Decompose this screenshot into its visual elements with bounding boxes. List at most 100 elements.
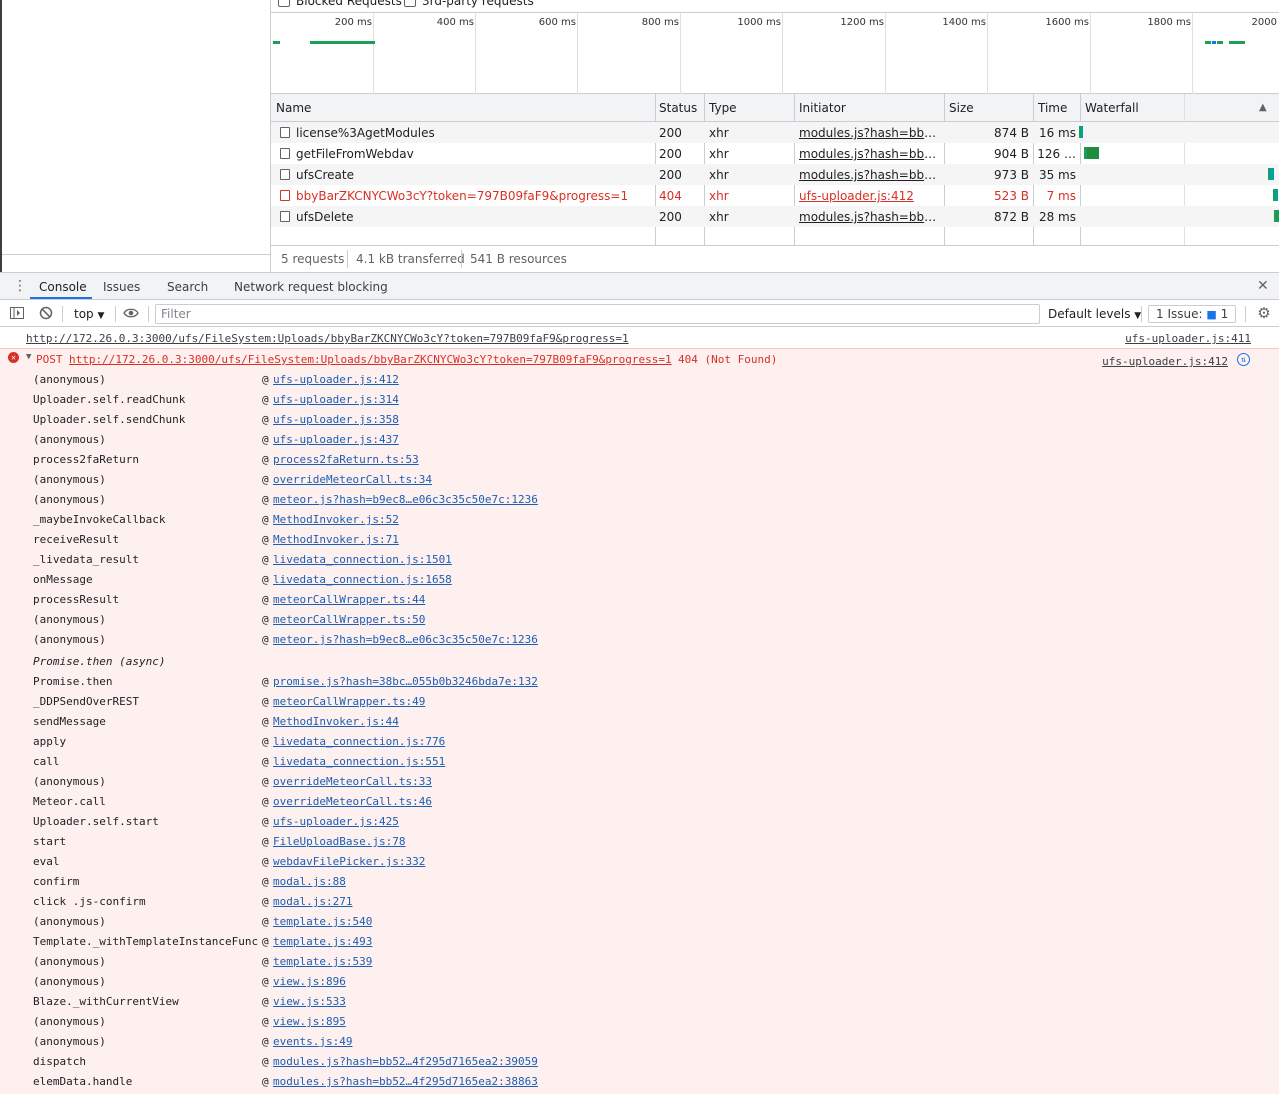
request-initiator-link[interactable]: modules.js?hash=bb52f… xyxy=(799,210,939,224)
frame-at: @ xyxy=(262,633,269,646)
close-drawer-icon[interactable]: ✕ xyxy=(1257,278,1269,294)
frame-source-link[interactable]: promise.js?hash=38bc…055b0b3246bda7e:132 xyxy=(273,675,538,688)
request-time: 35 ms xyxy=(1038,168,1076,182)
default-levels-dropdown[interactable]: Default levels ▼ xyxy=(1048,307,1141,321)
col-waterfall-header[interactable]: Waterfall xyxy=(1085,101,1139,115)
table-row[interactable]: ufsCreate 200 xhr modules.js?hash=bb52f… 973… xyxy=(271,164,1279,185)
checkbox-icon[interactable] xyxy=(404,0,416,7)
frame-source-link[interactable]: view.js:896 xyxy=(273,975,346,988)
network-request-icon[interactable]: ⇅ xyxy=(1237,353,1250,366)
frame-at: @ xyxy=(262,573,269,586)
console-filter-input[interactable]: Filter xyxy=(155,304,1040,324)
frame-source-link[interactable]: MethodInvoker.js:52 xyxy=(273,513,399,526)
stack-frame: (anonymous) @ overrideMeteorCall.ts:34 xyxy=(0,469,1279,489)
table-row[interactable]: bbyBarZKCNYCWo3cY?token=797B09faF9&progr… xyxy=(271,185,1279,206)
stack-frame: onMessage @ livedata_connection.js:1658 xyxy=(0,569,1279,589)
frame-source-link[interactable]: ufs-uploader.js:412 xyxy=(273,373,399,386)
drawer-menu-icon[interactable]: ⋮ xyxy=(13,278,27,294)
frame-source-link[interactable]: ufs-uploader.js:437 xyxy=(273,433,399,446)
request-initiator-link[interactable]: modules.js?hash=bb52f… xyxy=(799,168,939,182)
clear-console-icon[interactable] xyxy=(38,305,54,321)
tab-network-request-blocking[interactable]: Network request blocking xyxy=(234,280,388,294)
frame-source-link[interactable]: process2faReturn.ts:53 xyxy=(273,453,419,466)
frame-source-link[interactable]: FileUploadBase.js:78 xyxy=(273,835,405,848)
frame-source-link[interactable]: meteorCallWrapper.ts:49 xyxy=(273,695,425,708)
error-source-link[interactable]: ufs-uploader.js:412 xyxy=(1102,355,1228,368)
frame-source-link[interactable]: modules.js?hash=bb52…4f295d7165ea2:38863 xyxy=(273,1075,538,1088)
request-size: 973 B xyxy=(994,168,1029,182)
table-row[interactable]: license%3AgetModules 200 xhr modules.js?has… xyxy=(271,122,1279,143)
request-initiator-link[interactable]: modules.js?hash=bb52f… xyxy=(799,126,939,140)
frame-source-link[interactable]: modal.js:88 xyxy=(273,875,346,888)
checkbox-icon[interactable] xyxy=(278,0,290,7)
frame-source-link[interactable]: ufs-uploader.js:314 xyxy=(273,393,399,406)
stack-frame: _livedata_result @ livedata_connection.js:… xyxy=(0,549,1279,569)
frame-at: @ xyxy=(262,795,269,808)
log-url-link[interactable]: http://172.26.0.3:3000/ufs/FileSystem:Up… xyxy=(26,332,629,345)
frame-source-link[interactable]: events.js:49 xyxy=(273,1035,352,1048)
col-time-header[interactable]: Time xyxy=(1038,101,1067,115)
frame-source-link[interactable]: MethodInvoker.js:71 xyxy=(273,533,399,546)
frame-source-link[interactable]: livedata_connection.js:1658 xyxy=(273,573,452,586)
tab-issues[interactable]: Issues xyxy=(103,280,140,294)
frame-source-link[interactable]: meteor.js?hash=b9ec8…e06c3c35c50e7c:1236 xyxy=(273,493,538,506)
frame-source-link[interactable]: ufs-uploader.js:425 xyxy=(273,815,399,828)
col-status-header[interactable]: Status xyxy=(659,101,697,115)
timeline-tick: 1400 ms xyxy=(942,13,988,94)
col-size-header[interactable]: Size xyxy=(949,101,974,115)
expand-triangle-icon[interactable]: ▼ xyxy=(26,352,31,362)
frame-source-link[interactable]: template.js:493 xyxy=(273,935,372,948)
frame-source-link[interactable]: modal.js:271 xyxy=(273,895,352,908)
live-expression-eye-icon[interactable] xyxy=(123,305,139,321)
request-initiator-link[interactable]: modules.js?hash=bb52f… xyxy=(799,147,939,161)
console-error-message: ✕ ▼ POST http://172.26.0.3:3000/ufs/File… xyxy=(0,348,1279,1094)
context-selector[interactable]: top ▼ xyxy=(74,307,104,321)
sort-asc-icon[interactable]: ▲ xyxy=(1259,102,1267,113)
col-type-header[interactable]: Type xyxy=(709,101,737,115)
col-name-header[interactable]: Name xyxy=(276,101,311,115)
frame-source-link[interactable]: ufs-uploader.js:358 xyxy=(273,413,399,426)
frame-source-link[interactable]: template.js:539 xyxy=(273,955,372,968)
frame-source-link[interactable]: meteor.js?hash=b9ec8…e06c3c35c50e7c:1236 xyxy=(273,633,538,646)
frame-source-link[interactable]: livedata_connection.js:776 xyxy=(273,735,445,748)
request-status: 200 xyxy=(659,126,682,140)
error-url-link[interactable]: http://172.26.0.3:3000/ufs/FileSystem:Up… xyxy=(69,353,672,366)
request-initiator-link[interactable]: ufs-uploader.js:412 xyxy=(799,189,939,203)
frame-at: @ xyxy=(262,613,269,626)
error-method: POST xyxy=(36,353,63,366)
issues-counter[interactable]: 1 Issue: ■ 1 xyxy=(1148,305,1237,323)
stack-frame: process2faReturn @ process2faReturn.ts:53 xyxy=(0,449,1279,469)
frame-source-link[interactable]: webdavFilePicker.js:332 xyxy=(273,855,425,868)
frame-function: Blaze._withCurrentView xyxy=(33,995,179,1008)
frame-source-link[interactable]: MethodInvoker.js:44 xyxy=(273,715,399,728)
frame-function: eval xyxy=(33,855,60,868)
tab-search[interactable]: Search xyxy=(167,280,208,294)
frame-source-link[interactable]: meteorCallWrapper.ts:50 xyxy=(273,613,425,626)
frame-source-link[interactable]: template.js:540 xyxy=(273,915,372,928)
frame-source-link[interactable]: livedata_connection.js:1501 xyxy=(273,553,452,566)
frame-source-link[interactable]: view.js:533 xyxy=(273,995,346,1008)
blocked-requests-checkbox[interactable]: Blocked Requests xyxy=(278,0,402,8)
frame-function: _livedata_result xyxy=(33,553,139,566)
frame-source-link[interactable]: overrideMeteorCall.ts:33 xyxy=(273,775,432,788)
settings-gear-icon[interactable]: ⚙ xyxy=(1256,305,1272,321)
frame-source-link[interactable]: view.js:895 xyxy=(273,1015,346,1028)
request-type: xhr xyxy=(709,189,729,203)
tab-console[interactable]: Console xyxy=(39,280,87,294)
log-source-link[interactable]: ufs-uploader.js:411 xyxy=(1125,332,1251,345)
frame-source-link[interactable]: livedata_connection.js:551 xyxy=(273,755,445,768)
third-party-checkbox[interactable]: 3rd-party requests xyxy=(404,0,534,8)
frame-source-link[interactable]: meteorCallWrapper.ts:44 xyxy=(273,593,425,606)
frame-at: @ xyxy=(262,875,269,888)
table-row[interactable]: ufsDelete 200 xhr modules.js?hash=bb52f… 872… xyxy=(271,206,1279,227)
frame-source-link[interactable]: overrideMeteorCall.ts:34 xyxy=(273,473,432,486)
col-initiator-header[interactable]: Initiator xyxy=(799,101,846,115)
page-viewport xyxy=(0,0,270,272)
table-row[interactable]: getFileFromWebdav 200 xhr modules.js?hash=b… xyxy=(271,143,1279,164)
sidebar-toggle-icon[interactable] xyxy=(9,305,25,321)
frame-function: Uploader.self.start xyxy=(33,815,159,828)
timeline-overview[interactable]: 200 ms 400 ms 600 ms 800 ms 1000 ms 1200… xyxy=(271,12,1279,94)
frame-source-link[interactable]: overrideMeteorCall.ts:46 xyxy=(273,795,432,808)
frame-source-link[interactable]: modules.js?hash=bb52…4f295d7165ea2:39059 xyxy=(273,1055,538,1068)
frame-at: @ xyxy=(262,1015,269,1028)
